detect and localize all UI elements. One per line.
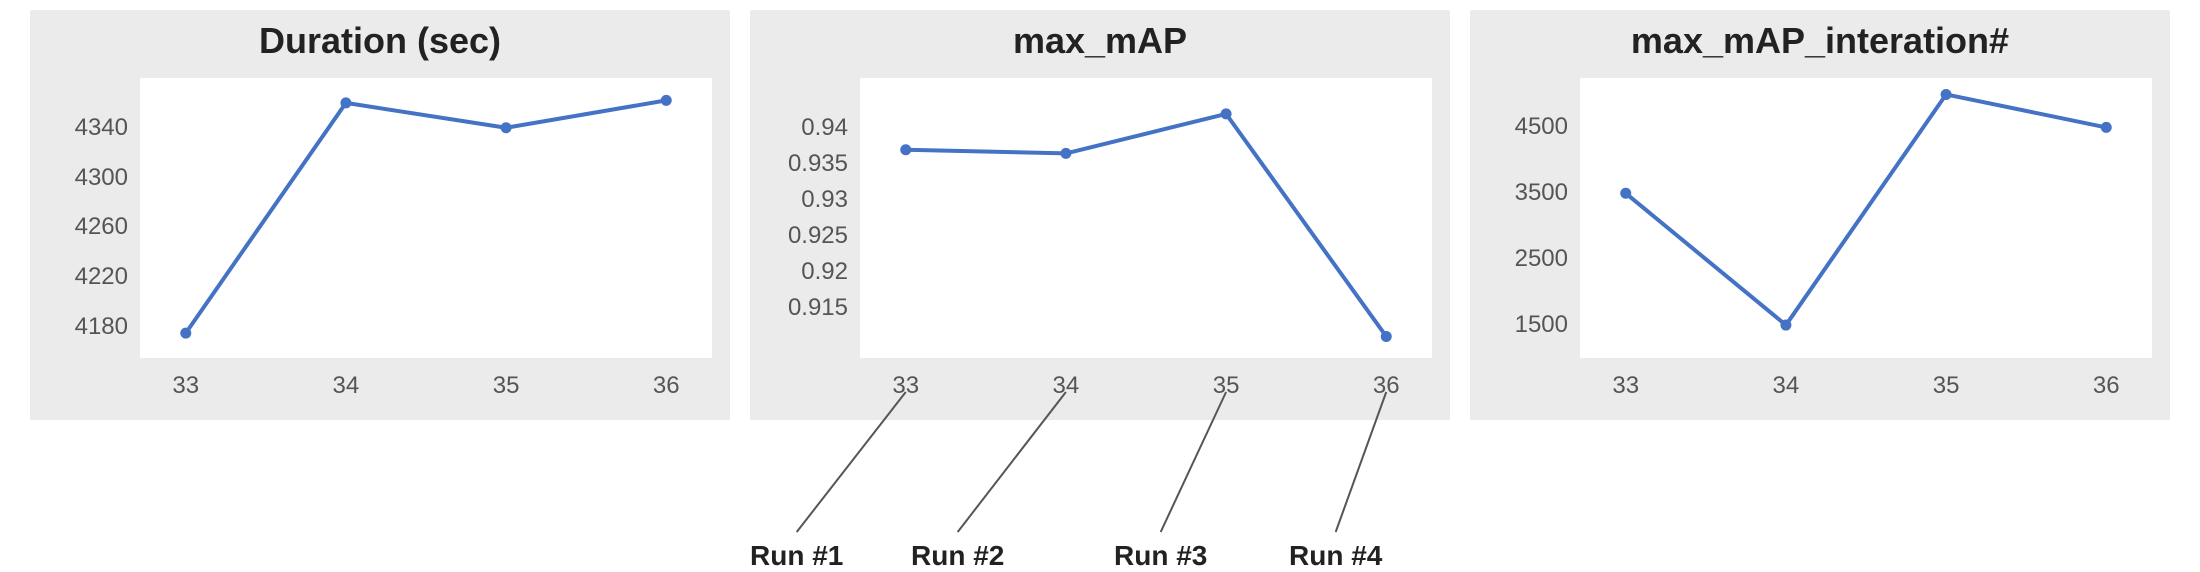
chart-point xyxy=(180,328,191,339)
y-tick-label: 2500 xyxy=(1470,245,1568,273)
chart-point xyxy=(661,95,672,106)
chart-svg xyxy=(1580,78,2152,358)
y-tick-label: 4180 xyxy=(30,313,128,341)
x-tick-label: 33 xyxy=(1596,372,1656,400)
chart-line xyxy=(1626,94,2106,325)
chart-panel-max-map: max_mAP 0.915 0.92 0.925 0.93 0.935 0.94 33 34 3… xyxy=(750,10,1450,420)
x-tick-label: 36 xyxy=(1356,372,1416,400)
y-tick-label: 0.935 xyxy=(750,150,848,178)
chart-svg xyxy=(140,78,712,358)
chart-container: Duration (sec) 4180 4220 4260 4300 4340 33 34 3… xyxy=(0,0,2200,571)
x-tick-label: 35 xyxy=(1916,372,1976,400)
chart-point xyxy=(1221,108,1232,119)
chart-point xyxy=(1780,320,1791,331)
run-label: Run #4 xyxy=(1289,540,1382,572)
chart-svg xyxy=(860,78,1432,358)
y-tick-label: 0.92 xyxy=(750,258,848,286)
y-tick-label: 1500 xyxy=(1470,311,1568,339)
x-tick-label: 34 xyxy=(1756,372,1816,400)
chart-panel-duration: Duration (sec) 4180 4220 4260 4300 4340 33 34 3… xyxy=(30,10,730,420)
run-label: Run #3 xyxy=(1114,540,1207,572)
chart-line xyxy=(186,100,666,333)
y-tick-label: 4220 xyxy=(30,263,128,291)
y-tick-label: 3500 xyxy=(1470,179,1568,207)
plot-area xyxy=(140,78,712,358)
x-tick-label: 34 xyxy=(316,372,376,400)
x-tick-label: 36 xyxy=(636,372,696,400)
chart-line xyxy=(906,114,1386,337)
chart-point xyxy=(1381,331,1392,342)
y-tick-label: 0.94 xyxy=(750,114,848,142)
plot-area xyxy=(860,78,1432,358)
x-tick-label: 35 xyxy=(476,372,536,400)
run-label: Run #2 xyxy=(911,540,1004,572)
chart-title: Duration (sec) xyxy=(30,20,730,62)
chart-title: max_mAP_interation# xyxy=(1470,20,2170,62)
x-tick-label: 34 xyxy=(1036,372,1096,400)
x-tick-label: 35 xyxy=(1196,372,1256,400)
y-tick-label: 0.915 xyxy=(750,294,848,322)
chart-point xyxy=(900,144,911,155)
chart-point xyxy=(1060,148,1071,159)
chart-point xyxy=(1941,89,1952,100)
y-tick-label: 4340 xyxy=(30,114,128,142)
chart-point xyxy=(340,97,351,108)
chart-point xyxy=(501,122,512,133)
y-tick-label: 4260 xyxy=(30,213,128,241)
x-tick-label: 33 xyxy=(156,372,216,400)
chart-panel-max-map-iter: max_mAP_interation# 1500 2500 3500 4500 33 34… xyxy=(1470,10,2170,420)
y-tick-label: 4300 xyxy=(30,164,128,192)
y-tick-label: 4500 xyxy=(1470,113,1568,141)
y-tick-label: 0.925 xyxy=(750,222,848,250)
run-label: Run #1 xyxy=(750,540,843,572)
x-tick-label: 33 xyxy=(876,372,936,400)
y-tick-label: 0.93 xyxy=(750,186,848,214)
plot-area xyxy=(1580,78,2152,358)
chart-point xyxy=(1620,188,1631,199)
chart-point xyxy=(2101,122,2112,133)
chart-title: max_mAP xyxy=(750,20,1450,62)
x-tick-label: 36 xyxy=(2076,372,2136,400)
